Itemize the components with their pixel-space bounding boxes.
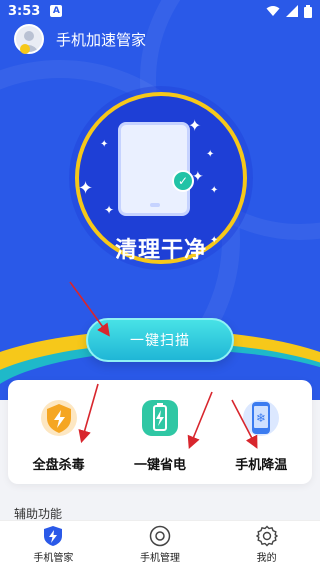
gear-icon <box>255 525 278 547</box>
feature-cooling[interactable]: ❄ 手机降温 <box>216 398 306 473</box>
feature-label: 全盘杀毒 <box>32 458 85 473</box>
feature-power-save[interactable]: 一键省电 <box>115 398 205 473</box>
status-icons <box>266 4 312 18</box>
app-title: 手机加速管家 <box>56 30 147 49</box>
sparkle-icon: ✦ <box>78 178 94 199</box>
device-home-button <box>150 203 160 207</box>
wifi-icon <box>266 6 280 16</box>
nav-item-profile[interactable]: 我的 <box>217 525 317 564</box>
svg-text:❄: ❄ <box>256 411 266 425</box>
nav-label: 手机管家 <box>33 553 74 564</box>
shield-bolt-icon <box>44 526 63 546</box>
battery-icon <box>304 4 312 18</box>
sparkle-icon: ✦ <box>104 203 115 217</box>
check-icon: ✓ <box>172 170 194 192</box>
feature-antivirus[interactable]: 全盘杀毒 <box>14 398 104 473</box>
sparkle-icon: ✦ <box>210 235 219 246</box>
device-illustration-icon <box>118 122 190 216</box>
shield-bolt-icon <box>39 398 79 438</box>
sparkle-icon: ✦ <box>206 149 215 160</box>
nav-item-manage[interactable]: 手机管理 <box>110 525 210 564</box>
nav-label: 手机管理 <box>139 553 180 564</box>
feature-label: 手机降温 <box>235 458 288 473</box>
signal-icon <box>286 5 298 17</box>
battery-bolt-icon <box>140 398 180 438</box>
app-header: 手机加速管家 <box>14 24 146 54</box>
avatar-badge <box>20 44 30 54</box>
nav-label: 我的 <box>256 553 277 564</box>
sparkle-icon: ✦ <box>192 169 204 185</box>
target-icon <box>149 525 171 547</box>
clean-status-text: 清理干净 <box>114 238 207 263</box>
feature-label: 一键省电 <box>133 458 186 473</box>
feature-card: 全盘杀毒 一键省电 ❄ 手机降温 <box>8 380 312 484</box>
bottom-nav: 手机管家 手机管理 我的 <box>0 520 320 568</box>
status-bar: 3:53 A <box>0 0 320 22</box>
sparkle-icon: ✦ <box>188 116 202 135</box>
one-key-scan-button[interactable]: 一键扫描 <box>86 318 234 362</box>
nav-item-home[interactable]: 手机管家 <box>3 525 103 564</box>
phone-snowflake-icon: ❄ <box>241 398 281 438</box>
status-time: 3:53 <box>8 3 41 19</box>
sparkle-icon: ✦ <box>210 185 219 196</box>
sparkle-icon: ✦ <box>100 139 109 150</box>
notification-icon: A <box>50 5 63 17</box>
